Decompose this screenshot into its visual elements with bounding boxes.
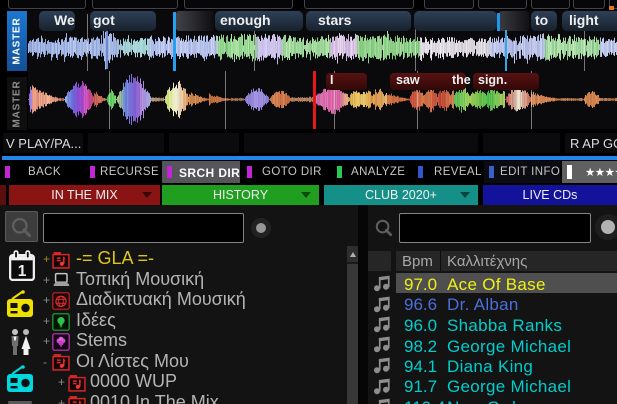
svg-text:1: 1 bbox=[18, 263, 27, 280]
